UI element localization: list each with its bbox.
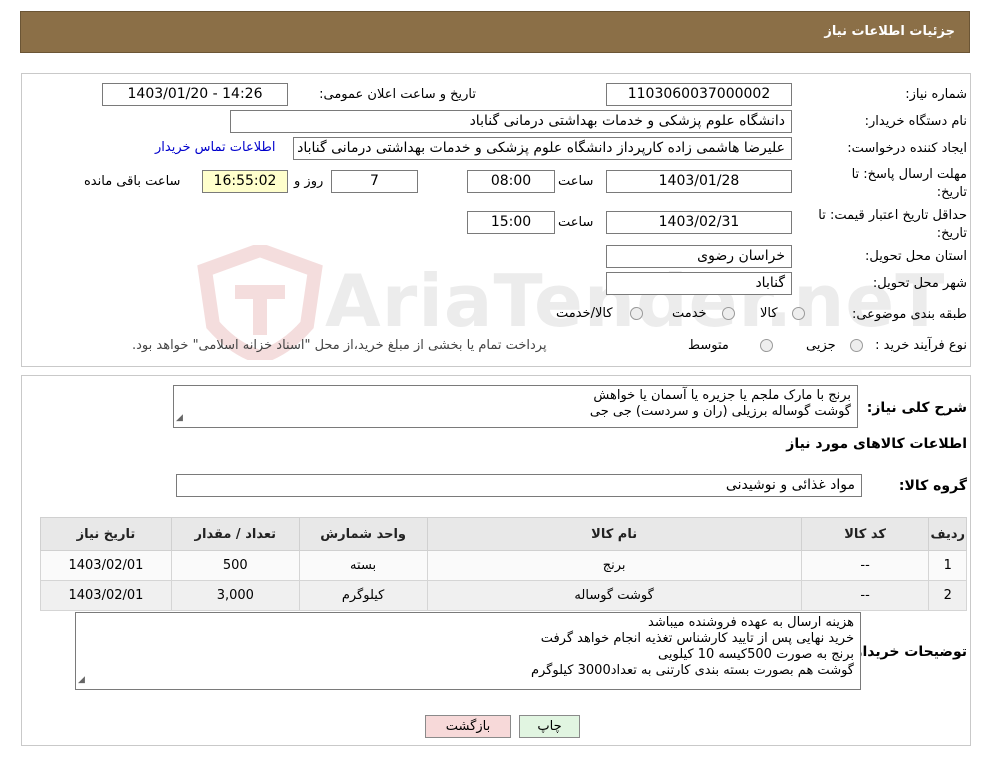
announce-label: تاریخ و ساعت اعلان عمومی:: [319, 87, 476, 102]
buyer-notes-line: برنج به صورت 500کیسه 10 کیلویی: [658, 647, 854, 662]
process-medium-radio[interactable]: [760, 339, 773, 352]
validity-time-label: ساعت: [558, 215, 594, 230]
buyer-notes-line: گوشت هم بصورت بسته بندی کارتنی به تعداد3…: [530, 663, 854, 678]
category-both-label: کالا/خدمت: [556, 306, 613, 321]
process-minor-label: جزیی: [806, 338, 836, 353]
category-goods-radio[interactable]: [792, 307, 805, 320]
page-title: جزئیات اطلاعات نیاز: [824, 24, 955, 39]
province-label: استان محل تحویل:: [865, 249, 967, 264]
deadline-label-line2: تاریخ:: [936, 185, 967, 200]
announce-field: 1403/01/20 - 14:26: [102, 83, 288, 106]
resize-grip-icon[interactable]: ◢: [78, 672, 85, 688]
process-note: پرداخت تمام یا بخشی از مبلغ خرید،از محل …: [132, 338, 547, 353]
validity-label: حداقل تاریخ اعتبار قیمت: تا تاریخ:: [818, 207, 967, 243]
cell-name: گوشت گوساله: [426, 580, 802, 611]
cell-unit: کیلوگرم: [298, 580, 428, 611]
description-label: شرح کلی نیاز:: [866, 400, 967, 416]
resize-grip-icon[interactable]: ◢: [176, 410, 183, 426]
items-table: ردیف کد کالا نام کالا واحد شمارش تعداد /…: [40, 517, 967, 611]
deadline-time-field: 08:00: [467, 170, 555, 193]
process-medium-label: متوسط: [688, 338, 729, 353]
province-field: خراسان رضوی: [606, 245, 792, 268]
category-service-label: خدمت: [672, 306, 707, 321]
buyer-org-label: نام دستگاه خریدار:: [864, 114, 967, 129]
creator-field: علیرضا هاشمی زاده کارپرداز دانشگاه علوم …: [293, 137, 792, 160]
description-textarea[interactable]: برنج با مارک ملجم یا جزیره یا آسمان یا خ…: [173, 385, 858, 428]
cell-date: 1403/02/01: [40, 580, 172, 611]
items-heading: اطلاعات کالاهای مورد نیاز: [786, 436, 967, 452]
col-header-row-number: ردیف: [928, 517, 967, 551]
need-number-field: 1103060037000002: [606, 83, 792, 106]
deadline-date-field: 1403/01/28: [606, 170, 792, 193]
page-header: جزئیات اطلاعات نیاز: [20, 11, 970, 53]
days-field: 7: [331, 170, 418, 193]
deadline-label-line1: مهلت ارسال پاسخ: تا: [851, 167, 967, 182]
deadline-label: مهلت ارسال پاسخ: تا تاریخ:: [852, 166, 967, 202]
goods-group-label: گروه کالا:: [898, 478, 967, 494]
creator-label: ایجاد کننده درخواست:: [847, 141, 967, 156]
table-header-row: ردیف کد کالا نام کالا واحد شمارش تعداد /…: [40, 517, 967, 551]
process-label: نوع فرآیند خرید :: [875, 338, 967, 353]
validity-label-line2: تاریخ:: [936, 226, 967, 241]
cell-code: --: [800, 580, 930, 611]
cell-code: --: [800, 550, 930, 581]
buyer-notes-line: خرید نهایی پس از تایید کارشناس تغذیه انج…: [540, 631, 854, 646]
days-label: روز و: [294, 174, 324, 189]
city-label: شهر محل تحویل:: [872, 276, 967, 291]
cell-date: 1403/02/01: [40, 550, 172, 581]
city-field: گناباد: [606, 272, 792, 295]
buyer-notes-label: توضیحات خریدار:: [848, 644, 967, 660]
buyer-org-field: دانشگاه علوم پزشکی و خدمات بهداشتی درمان…: [230, 110, 792, 133]
col-header-quantity: تعداد / مقدار: [170, 517, 300, 551]
process-minor-radio[interactable]: [850, 339, 863, 352]
cell-quantity: 3,000: [170, 580, 300, 611]
validity-time-field: 15:00: [467, 211, 555, 234]
print-button[interactable]: چاپ: [519, 715, 580, 738]
goods-group-field: مواد غذائی و نوشیدنی: [176, 474, 862, 497]
category-both-radio[interactable]: [630, 307, 643, 320]
buyer-notes-line: هزینه ارسال به عهده فروشنده میباشد: [648, 615, 854, 630]
category-goods-label: کالا: [760, 306, 778, 321]
category-label: طبقه بندی موضوعی:: [851, 307, 967, 322]
deadline-time-label: ساعت: [558, 174, 594, 189]
back-button[interactable]: بازگشت: [425, 715, 511, 738]
validity-label-line1: حداقل تاریخ اعتبار قیمت: تا: [818, 208, 967, 223]
cell-row-number: 1: [928, 550, 967, 581]
col-header-date: تاریخ نیاز: [40, 517, 172, 551]
need-number-label: شماره نیاز:: [905, 87, 967, 102]
cell-unit: بسته: [298, 550, 428, 581]
buyer-contact-link[interactable]: اطلاعات تماس خریدار: [155, 140, 275, 155]
cell-quantity: 500: [170, 550, 300, 581]
description-line: برنج با مارک ملجم یا جزیره یا آسمان یا خ…: [593, 388, 851, 403]
buyer-notes-textarea[interactable]: هزینه ارسال به عهده فروشنده میباشد خرید …: [75, 612, 861, 690]
validity-date-field: 1403/02/31: [606, 211, 792, 234]
col-header-code: کد کالا: [800, 517, 930, 551]
col-header-unit: واحد شمارش: [298, 517, 428, 551]
cell-row-number: 2: [928, 580, 967, 611]
table-row: 1 -- برنج بسته 500 1403/02/01: [40, 550, 967, 581]
remaining-label: ساعت باقی مانده: [84, 174, 181, 189]
remaining-time-field: 16:55:02: [202, 170, 288, 193]
description-line: گوشت گوساله برزیلی (ران و سردست) جی جی: [589, 404, 851, 419]
category-service-radio[interactable]: [722, 307, 735, 320]
cell-name: برنج: [426, 550, 802, 581]
col-header-name: نام کالا: [426, 517, 802, 551]
table-row: 2 -- گوشت گوساله کیلوگرم 3,000 1403/02/0…: [40, 580, 967, 611]
